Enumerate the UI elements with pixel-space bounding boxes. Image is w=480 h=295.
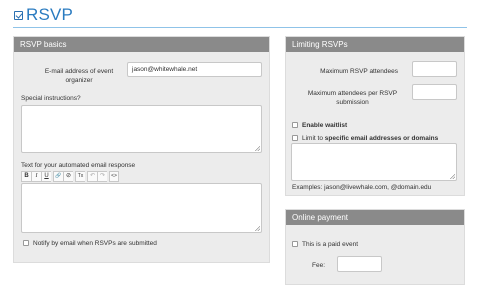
unlink-icon[interactable]: ⊘ [63, 171, 73, 182]
max-per-rsvp-input[interactable] [412, 84, 457, 100]
limit-domains-prefix: Limit to [302, 135, 325, 142]
limit-domains-label: Limit to specific email addresses or dom… [302, 134, 438, 143]
resize-grip-icon[interactable] [255, 146, 260, 151]
limit-domains-checkbox[interactable] [292, 135, 298, 141]
rsvp-enabled-checkbox[interactable] [14, 10, 23, 20]
redo-icon[interactable]: ↷ [97, 171, 107, 182]
notify-label: Notify by email when RSVPs are submitted [33, 240, 157, 247]
link-icon[interactable]: 🔗 [53, 171, 63, 182]
editor-toolbar: B I U 🔗 ⊘ Tx ↶ ↷ <> [21, 171, 119, 182]
source-code-icon[interactable]: <> [109, 171, 119, 182]
limiting-rsvps-heading: Limiting RSVPs [286, 37, 464, 52]
waitlist-label: Enable waitlist [302, 122, 348, 129]
organizer-email-input[interactable]: jason@whitewhale.net [127, 62, 262, 77]
resize-grip-icon[interactable] [450, 174, 455, 179]
online-payment-heading: Online payment [286, 210, 464, 225]
underline-button[interactable]: U [41, 171, 51, 182]
special-instructions-label: Special instructions? [21, 95, 81, 102]
resize-grip-icon[interactable] [255, 226, 260, 231]
italic-button[interactable]: I [31, 171, 41, 182]
limit-domains-bold: specific email addresses or domains [324, 135, 439, 142]
title-divider [13, 27, 467, 28]
rsvp-basics-heading: RSVP basics [14, 37, 269, 52]
max-per-rsvp-label: Maximum attendees per RSVP submission [307, 90, 398, 106]
paid-event-checkbox[interactable] [292, 241, 298, 247]
paid-event-label: This is a paid event [302, 241, 359, 248]
email-response-label: Text for your automated email response [21, 162, 136, 169]
undo-icon[interactable]: ↶ [87, 171, 97, 182]
fee-input[interactable] [337, 256, 382, 272]
max-attendees-input[interactable] [412, 61, 457, 77]
max-attendees-label: Maximum RSVP attendees [320, 68, 398, 75]
bold-button[interactable]: B [21, 171, 31, 182]
clear-format-icon[interactable]: Tx [75, 171, 85, 182]
page-title: RSVP [26, 5, 74, 24]
notify-checkbox[interactable] [23, 240, 29, 246]
email-response-editor[interactable] [21, 183, 262, 233]
special-instructions-textarea[interactable] [21, 105, 262, 153]
organizer-email-label: E-mail address of event organizer [44, 68, 114, 84]
rsvp-title-row: RSVP [14, 4, 73, 26]
fee-label: Fee: [312, 262, 326, 269]
allowed-emails-textarea[interactable] [291, 143, 457, 181]
waitlist-checkbox[interactable] [292, 122, 298, 128]
allowed-emails-examples: Examples: jason@livewhale.com, @domain.e… [292, 184, 432, 191]
